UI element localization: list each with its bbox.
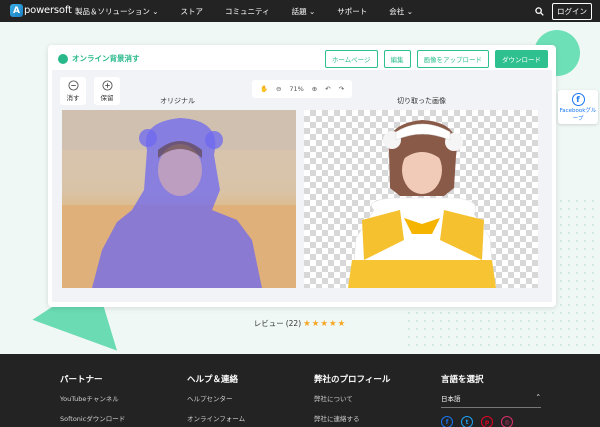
footer-help-title: ヘルプ＆連絡 bbox=[187, 375, 239, 385]
nav-store[interactable]: ストア bbox=[181, 6, 204, 17]
download-button[interactable]: ダウンロード bbox=[495, 50, 548, 68]
rating-stars[interactable]: ★★★★★ bbox=[303, 319, 346, 329]
zoom-out-icon[interactable]: ⊖ bbox=[276, 85, 281, 93]
nav-company-label: 会社 bbox=[389, 6, 405, 16]
undo-icon[interactable]: ↶ bbox=[325, 85, 330, 93]
main-menu: 製品＆ソリューション ⌄ ストア コミュニティ 話題 ⌄ サポート 会社 ⌄ bbox=[75, 0, 435, 22]
tool-logo-icon bbox=[58, 53, 68, 64]
review-label: レビュー bbox=[253, 319, 284, 328]
chevron-down-icon: ⌄ bbox=[406, 6, 413, 16]
zoom-controls: ✋ ⊖ 71% ⊕ ↶ ↷ bbox=[252, 80, 352, 98]
redo-icon[interactable]: ↷ bbox=[339, 85, 344, 93]
zoom-level: 71% bbox=[289, 85, 304, 93]
footer-partner-title: パートナー bbox=[60, 375, 103, 385]
keep-tool-button[interactable]: 保留 bbox=[94, 77, 120, 105]
chevron-down-icon: ⌄ bbox=[152, 6, 159, 16]
editor-workarea: 消す 保留 ✋ ⊖ 71% ⊕ ↶ ↷ オリジナル 切り取った画像 bbox=[52, 70, 552, 302]
language-selected: 日本語 bbox=[441, 395, 461, 403]
twitter-social-icon[interactable]: t bbox=[461, 416, 473, 427]
tool-title-text: オンライン背景消す bbox=[72, 54, 140, 63]
site-footer: パートナー YouTubeチャンネル Softonicダウンロード ヘルプ＆連絡… bbox=[0, 354, 600, 427]
footer-profile-title: 弊社のプロフィール bbox=[314, 375, 391, 385]
original-photo-illustration bbox=[62, 110, 296, 288]
original-label: オリジナル bbox=[160, 97, 195, 105]
footer-language-title: 言語を選択 bbox=[441, 375, 484, 385]
facebook-icon: f bbox=[571, 92, 585, 106]
nav-topics-label: 話題 bbox=[291, 6, 307, 16]
instagram-social-icon[interactable]: ◎ bbox=[501, 416, 513, 427]
login-button[interactable]: ログイン bbox=[552, 3, 592, 20]
plus-circle-icon bbox=[101, 80, 113, 91]
nav-community[interactable]: コミュニティ bbox=[225, 6, 270, 17]
footer-link-help-center[interactable]: ヘルプセンター bbox=[187, 393, 245, 403]
review-count[interactable]: (22) bbox=[286, 319, 301, 328]
hand-icon[interactable]: ✋ bbox=[260, 85, 268, 93]
social-links: f t p ◎ bbox=[441, 416, 541, 427]
top-navbar: A powersoft 製品＆ソリューション ⌄ ストア コミュニティ 話題 ⌄… bbox=[0, 0, 600, 22]
logo-mark: A bbox=[10, 4, 23, 17]
background-remover-card: オンライン背景消す ホームページ 編集 画像をアップロード ダウンロード 消す … bbox=[48, 45, 556, 307]
facebook-group-label: Facebookグループ bbox=[559, 107, 597, 122]
search-icon[interactable] bbox=[535, 7, 544, 16]
original-image[interactable] bbox=[62, 110, 296, 288]
footer-link-about[interactable]: 弊社について bbox=[314, 393, 390, 403]
cutout-image[interactable] bbox=[304, 110, 538, 288]
footer-link-contact[interactable]: 弊社に連絡する bbox=[314, 413, 390, 423]
review-summary: レビュー (22) ★★★★★ bbox=[0, 318, 600, 329]
logo-text: powersoft bbox=[24, 5, 72, 16]
nav-topics[interactable]: 話題 ⌄ bbox=[292, 6, 316, 17]
edit-button[interactable]: 編集 bbox=[383, 50, 411, 68]
footer-link-softonic[interactable]: Softonicダウンロード bbox=[60, 413, 125, 423]
chevron-up-icon: ⌃ bbox=[535, 393, 541, 401]
facebook-group-button[interactable]: f Facebookグループ bbox=[558, 90, 598, 124]
footer-profile-column: 弊社のプロフィール 弊社について 弊社に連絡する bbox=[314, 373, 390, 427]
nav-products[interactable]: 製品＆ソリューション ⌄ bbox=[75, 6, 159, 17]
footer-partner-column: パートナー YouTubeチャンネル Softonicダウンロード bbox=[60, 373, 125, 427]
footer-language-column: 言語を選択 日本語 ⌃ f t p ◎ bbox=[441, 373, 541, 427]
nav-right: ログイン bbox=[535, 3, 592, 20]
pinterest-social-icon[interactable]: p bbox=[481, 416, 493, 427]
zoom-in-icon[interactable]: ⊕ bbox=[312, 85, 317, 93]
footer-link-youtube[interactable]: YouTubeチャンネル bbox=[60, 393, 125, 403]
cutout-label: 切り取った画像 bbox=[397, 97, 446, 105]
homepage-button[interactable]: ホームページ bbox=[324, 50, 378, 68]
tool-title: オンライン背景消す bbox=[58, 53, 140, 64]
minus-circle-icon bbox=[67, 80, 79, 91]
footer-link-online-form[interactable]: オンラインフォーム bbox=[187, 413, 245, 423]
chevron-down-icon: ⌄ bbox=[309, 6, 316, 16]
tool-actions: ホームページ 編集 画像をアップロード ダウンロード bbox=[324, 50, 548, 68]
upload-image-button[interactable]: 画像をアップロード bbox=[416, 50, 489, 68]
nav-support[interactable]: サポート bbox=[337, 6, 367, 17]
cutout-photo-illustration bbox=[348, 120, 496, 288]
language-select[interactable]: 日本語 ⌃ bbox=[441, 393, 541, 408]
erase-tool-button[interactable]: 消す bbox=[60, 77, 86, 105]
erase-tool-label: 消す bbox=[66, 94, 80, 102]
nav-company[interactable]: 会社 ⌄ bbox=[389, 6, 413, 17]
footer-help-column: ヘルプ＆連絡 ヘルプセンター オンラインフォーム bbox=[187, 373, 245, 427]
nav-products-label: 製品＆ソリューション bbox=[75, 6, 150, 16]
facebook-social-icon[interactable]: f bbox=[441, 416, 453, 427]
apowersoft-logo[interactable]: A powersoft bbox=[10, 4, 72, 17]
keep-tool-label: 保留 bbox=[100, 94, 114, 102]
